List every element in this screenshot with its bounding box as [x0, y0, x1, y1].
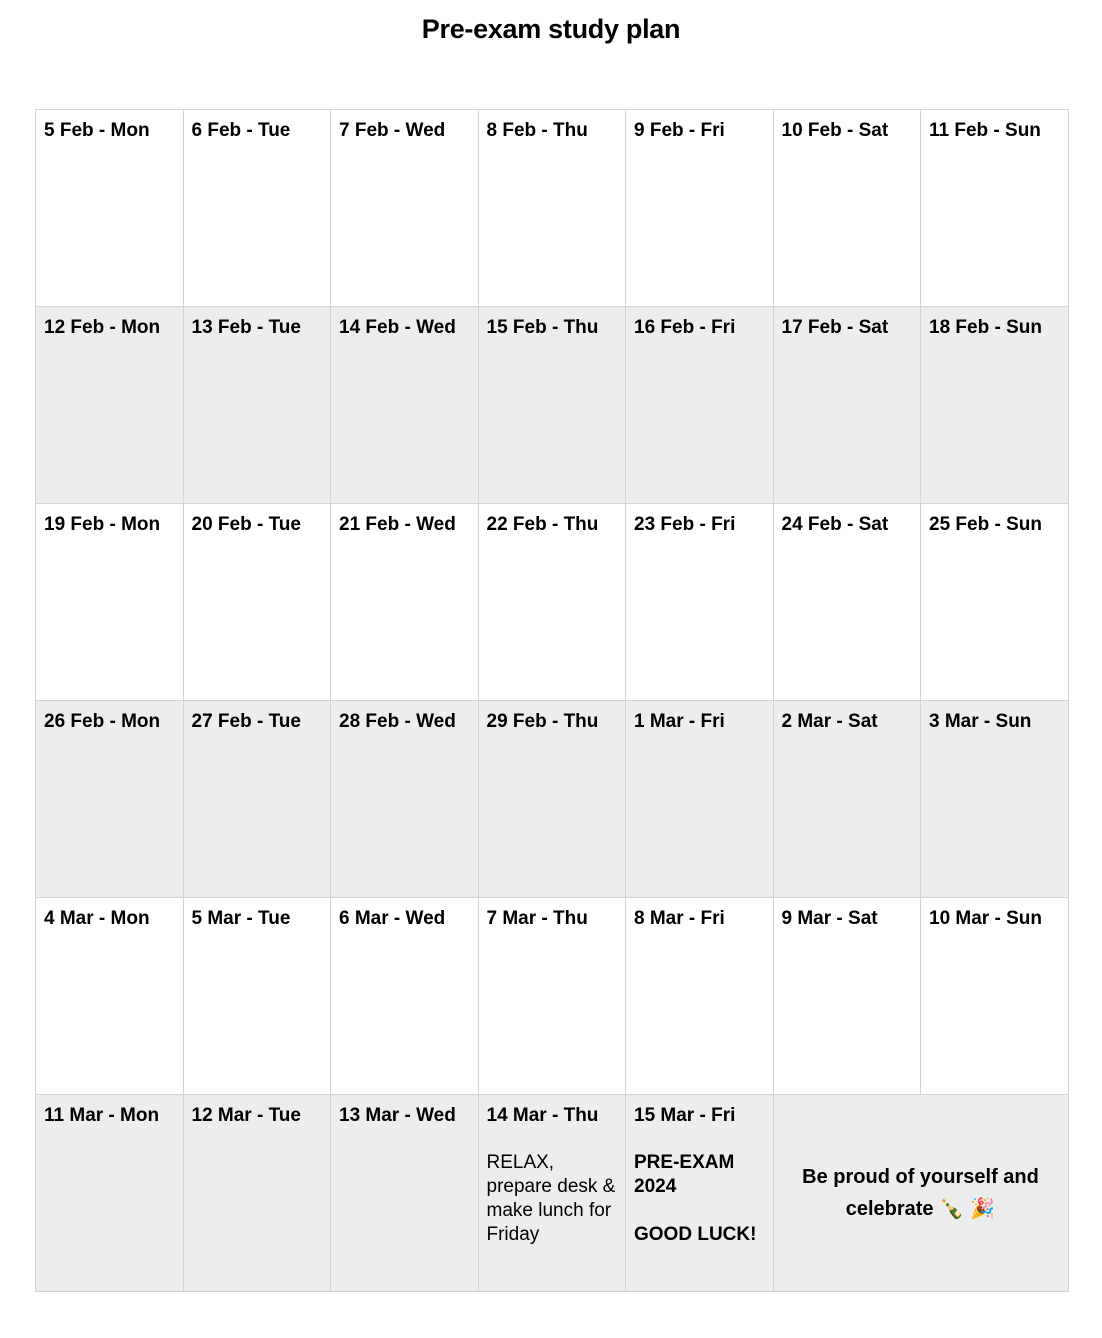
day-cell[interactable]: 15 Mar - Fri PRE-EXAM 2024 GOOD LUCK! [625, 1094, 774, 1292]
day-cell[interactable]: 10 Mar - Sun [920, 897, 1069, 1095]
day-cell[interactable]: 12 Mar - Tue [182, 1094, 331, 1292]
day-cell[interactable]: 14 Feb - Wed [330, 306, 479, 504]
week-row: 12 Feb - Mon 13 Feb - Tue 14 Feb - Wed 15 F… [35, 306, 1069, 504]
day-cell[interactable]: 17 Feb - Sat [772, 306, 921, 504]
day-label: 6 Mar - Wed [339, 908, 446, 929]
day-cell[interactable]: 6 Mar - Wed [330, 897, 479, 1095]
day-label: 8 Mar - Fri [634, 908, 725, 929]
day-cell[interactable]: 6 Feb - Tue [182, 109, 331, 307]
day-label: 3 Mar - Sun [929, 711, 1032, 732]
day-label: 16 Feb - Fri [634, 317, 736, 338]
page-title: Pre-exam study plan [421, 14, 681, 44]
day-label: 7 Feb - Wed [339, 120, 446, 141]
day-cell[interactable]: 28 Feb - Wed [330, 700, 479, 898]
day-label: 9 Mar - Sat [781, 908, 878, 929]
day-cell[interactable]: 22 Feb - Thu [477, 503, 626, 701]
day-cell[interactable]: 9 Mar - Sat [772, 897, 921, 1095]
day-cell[interactable]: 14 Mar - Thu RELAX, prepare desk & make l… [477, 1094, 626, 1292]
day-label: 8 Feb - Thu [486, 120, 588, 141]
day-cell[interactable]: 20 Feb - Tue [182, 503, 331, 701]
day-label: 9 Feb - Fri [634, 120, 725, 141]
day-cell[interactable]: 11 Feb - Sun [920, 109, 1069, 307]
day-label: 17 Feb - Sat [781, 317, 889, 338]
day-label: 10 Feb - Sat [781, 120, 889, 141]
day-label: 15 Mar - Fri [634, 1105, 736, 1126]
day-label: 12 Feb - Mon [44, 317, 161, 338]
day-cell[interactable]: 11 Mar - Mon [35, 1094, 184, 1292]
day-cell[interactable]: 19 Feb - Mon [35, 503, 184, 701]
day-cell[interactable]: 25 Feb - Sun [920, 503, 1069, 701]
day-label: 14 Feb - Wed [339, 317, 456, 338]
day-cell[interactable]: 15 Feb - Thu [477, 306, 626, 504]
exam-title: PRE-EXAM 2024 [634, 1152, 735, 1197]
day-label: 2 Mar - Sat [781, 711, 878, 732]
week-row: 4 Mar - Mon 5 Mar - Tue 6 Mar - Wed 7 Mar -… [35, 897, 1069, 1095]
day-cell[interactable]: 4 Mar - Mon [35, 897, 184, 1095]
calendar-grid: 5 Feb - Mon 6 Feb - Tue 7 Feb - Wed 8 Feb -… [35, 109, 1069, 1292]
day-label: 23 Feb - Fri [634, 514, 736, 535]
day-label: 11 Mar - Mon [44, 1105, 160, 1126]
day-cell[interactable]: 13 Feb - Tue [182, 306, 331, 504]
day-label: 22 Feb - Thu [486, 514, 599, 535]
day-cell[interactable]: 13 Mar - Wed [330, 1094, 479, 1292]
day-cell[interactable]: 23 Feb - Fri [625, 503, 774, 701]
day-label: 18 Feb - Sun [929, 317, 1042, 338]
day-cell[interactable]: 29 Feb - Thu [477, 700, 626, 898]
day-cell[interactable]: 9 Feb - Fri [625, 109, 774, 307]
day-cell[interactable]: 26 Feb - Mon [35, 700, 184, 898]
celebrate-text: Be proud of yourself and celebrate [802, 1165, 1039, 1220]
exam-note: PRE-EXAM 2024 GOOD LUCK! [634, 1151, 765, 1247]
day-cell[interactable]: 1 Mar - Fri [625, 700, 774, 898]
week-row: 19 Feb - Mon 20 Feb - Tue 21 Feb - Wed 22 F… [35, 503, 1069, 701]
day-label: 26 Feb - Mon [44, 711, 161, 732]
day-note: RELAX, prepare desk & make lunch for Fri… [486, 1152, 616, 1245]
week-row: 5 Feb - Mon 6 Feb - Tue 7 Feb - Wed 8 Feb -… [35, 109, 1069, 307]
week-row: 26 Feb - Mon 27 Feb - Tue 28 Feb - Wed 29 F… [35, 700, 1069, 898]
day-label: 29 Feb - Thu [486, 711, 599, 732]
day-label: 13 Feb - Tue [191, 317, 301, 338]
day-cell[interactable]: 8 Feb - Thu [477, 109, 626, 307]
day-label: 13 Mar - Wed [339, 1105, 456, 1126]
day-label: 6 Feb - Tue [191, 120, 291, 141]
day-cell[interactable]: 24 Feb - Sat [772, 503, 921, 701]
day-cell[interactable]: 21 Feb - Wed [330, 503, 479, 701]
day-cell[interactable]: 16 Feb - Fri [625, 306, 774, 504]
day-label: 27 Feb - Tue [191, 711, 301, 732]
day-label: 21 Feb - Wed [339, 514, 456, 535]
day-cell[interactable]: 8 Mar - Fri [625, 897, 774, 1095]
day-label: 15 Feb - Thu [486, 317, 599, 338]
day-label: 10 Mar - Sun [929, 908, 1042, 929]
day-cell[interactable]: 7 Mar - Thu [477, 897, 626, 1095]
day-label: 5 Mar - Tue [191, 908, 291, 929]
day-label: 24 Feb - Sat [781, 514, 889, 535]
day-label: 7 Mar - Thu [486, 908, 588, 929]
celebrate-cell[interactable]: Be proud of yourself and celebrate 🍾 🎉 [772, 1094, 1069, 1292]
week-row: 11 Mar - Mon 12 Mar - Tue 13 Mar - Wed 14 M… [35, 1094, 1069, 1292]
day-label: 28 Feb - Wed [339, 711, 456, 732]
day-label: 4 Mar - Mon [44, 908, 150, 929]
day-cell[interactable]: 12 Feb - Mon [35, 306, 184, 504]
day-cell[interactable]: 27 Feb - Tue [182, 700, 331, 898]
day-label: 5 Feb - Mon [44, 120, 150, 141]
day-label: 14 Mar - Thu [486, 1105, 599, 1126]
day-label: 12 Mar - Tue [191, 1105, 301, 1126]
day-label: 11 Feb - Sun [929, 120, 1041, 141]
day-label: 20 Feb - Tue [191, 514, 301, 535]
day-cell[interactable]: 10 Feb - Sat [772, 109, 921, 307]
day-cell[interactable]: 5 Feb - Mon [35, 109, 184, 307]
day-cell[interactable]: 3 Mar - Sun [920, 700, 1069, 898]
day-label: 1 Mar - Fri [634, 711, 725, 732]
day-cell[interactable]: 7 Feb - Wed [330, 109, 479, 307]
good-luck-text: GOOD LUCK! [634, 1224, 757, 1245]
day-cell[interactable]: 5 Mar - Tue [182, 897, 331, 1095]
day-label: 25 Feb - Sun [929, 514, 1042, 535]
champagne-party-popper-icon: 🍾 🎉 [939, 1195, 996, 1220]
day-label: 19 Feb - Mon [44, 514, 161, 535]
day-cell[interactable]: 2 Mar - Sat [772, 700, 921, 898]
day-cell[interactable]: 18 Feb - Sun [920, 306, 1069, 504]
